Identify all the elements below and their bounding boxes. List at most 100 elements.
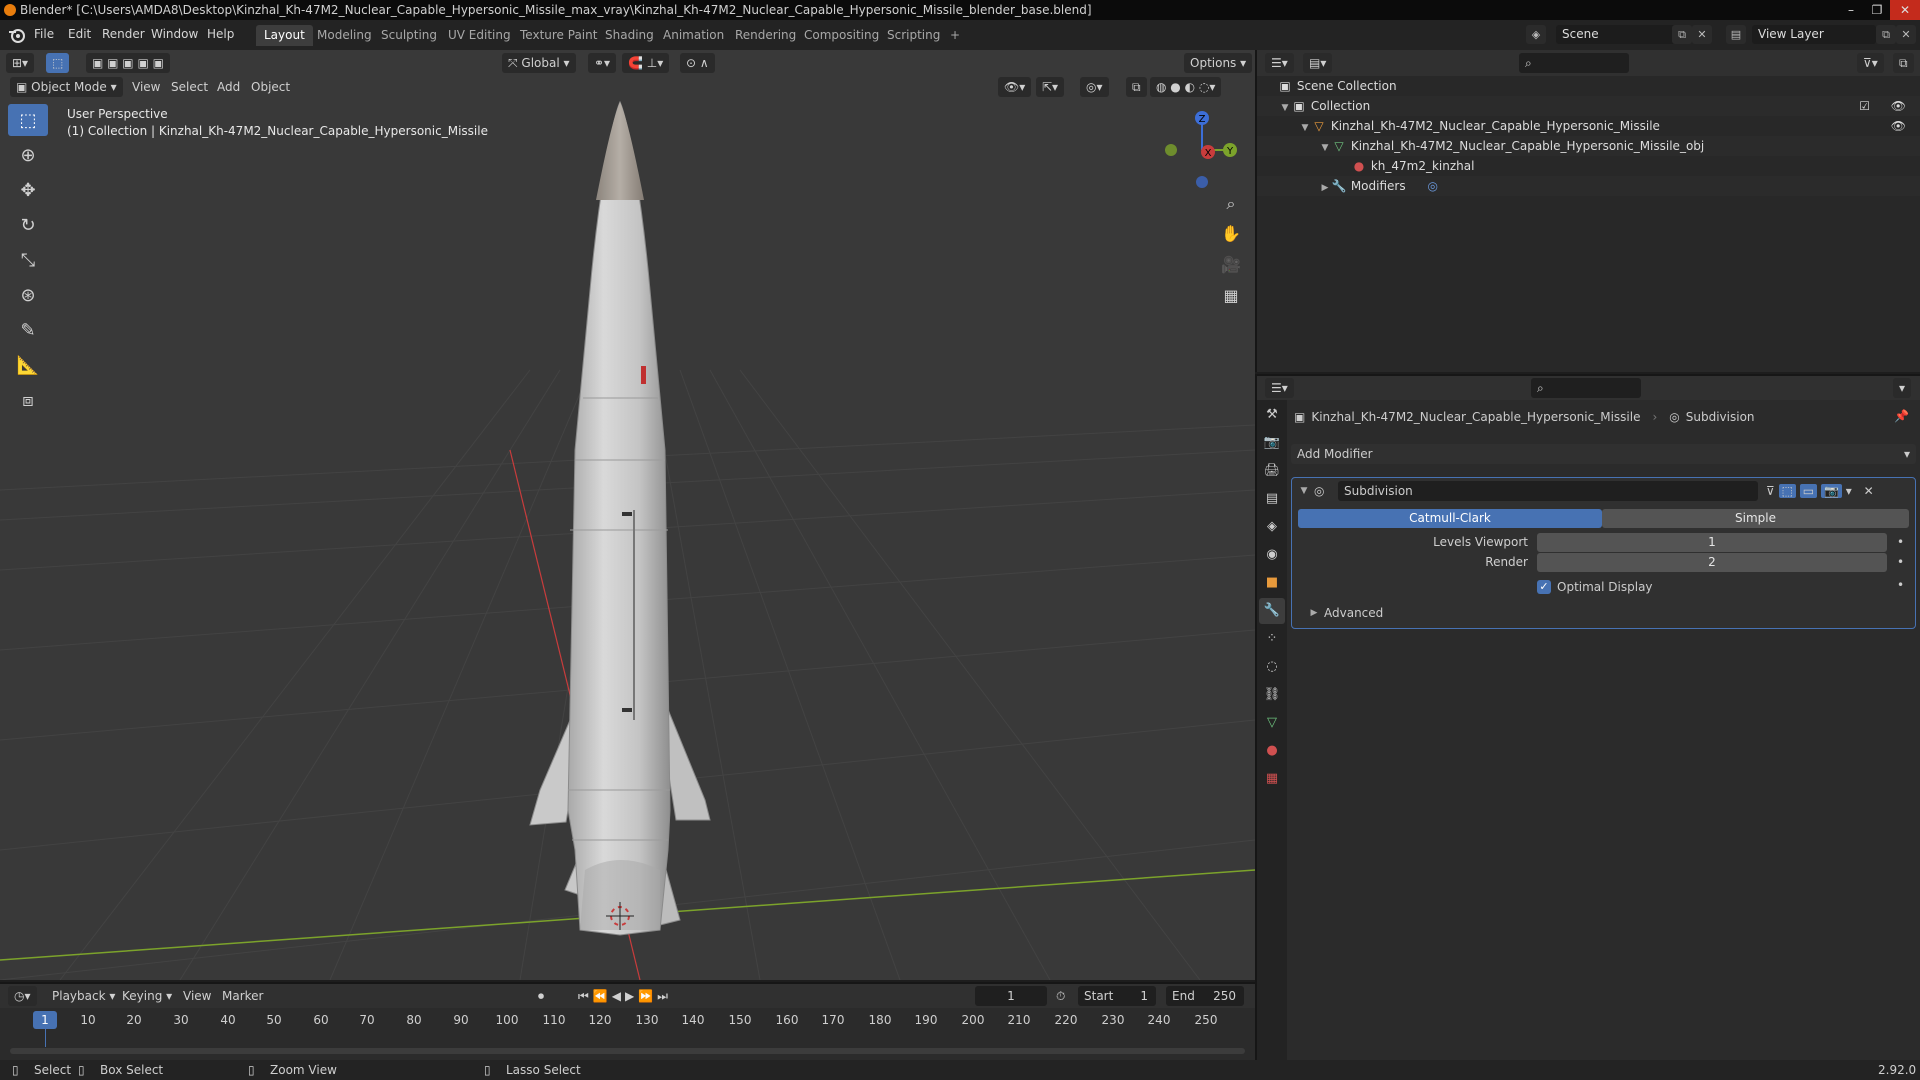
minimize-button[interactable]: – xyxy=(1838,0,1864,20)
advanced-subpanel-header[interactable]: ▶ Advanced xyxy=(1308,604,1384,622)
tab-compositing[interactable]: Compositing xyxy=(796,25,887,46)
tab-rendering[interactable]: Rendering xyxy=(727,25,804,46)
scene-tab-icon[interactable]: ◈ xyxy=(1259,514,1285,540)
outliner-row-scene-collection[interactable]: ▣ Scene Collection xyxy=(1257,76,1920,96)
view-layer-field[interactable]: View Layer xyxy=(1752,25,1876,44)
select-mode-icons[interactable]: ▣ ▣ ▣ ▣ ▣ xyxy=(86,53,170,73)
viewport-display-icon[interactable]: ▭ xyxy=(1799,484,1818,498)
new-view-layer-icon[interactable]: ⧉ xyxy=(1876,25,1896,44)
blender-menu-icon[interactable] xyxy=(8,27,26,43)
ortho-toggle-icon[interactable]: ▦ xyxy=(1217,282,1245,310)
tab-texture-paint[interactable]: Texture Paint xyxy=(512,25,605,46)
rotate-icon[interactable]: ↻ xyxy=(8,209,48,241)
gizmo-toggle-icon[interactable]: ⇱▾ xyxy=(1036,77,1065,97)
options-dropdown[interactable]: Options ▾ xyxy=(1184,53,1253,73)
tab-shading[interactable]: Shading xyxy=(597,25,662,46)
scene-browse-icon[interactable]: ◈ xyxy=(1526,25,1546,44)
subdivision-modifier-icon[interactable]: ◎ xyxy=(1427,179,1437,193)
modifier-name-field[interactable]: Subdivision xyxy=(1338,481,1758,501)
scene-name-field[interactable]: Scene xyxy=(1556,25,1684,44)
outliner-row-object[interactable]: ▼ ▽ Kinzhal_Kh-47M2_Nuclear_Capable_Hyper… xyxy=(1257,116,1920,136)
chevron-down-icon[interactable]: ▾ xyxy=(1846,484,1852,498)
collapse-triangle-icon[interactable]: ▶ xyxy=(1319,178,1331,198)
render-levels-field[interactable]: 2 xyxy=(1537,553,1887,572)
viewport-menu-select[interactable]: Select xyxy=(171,77,208,97)
simple-button[interactable]: Simple xyxy=(1602,509,1909,528)
new-scene-icon[interactable]: ⧉ xyxy=(1672,25,1692,44)
snap-dropdown[interactable]: 🧲 ⊥▾ xyxy=(622,53,670,73)
timeline-menu-playback[interactable]: Playback ▾ xyxy=(52,986,115,1006)
orientation-dropdown[interactable]: ⤧ Global ▾ xyxy=(502,53,576,73)
tab-layout[interactable]: Layout xyxy=(256,25,313,46)
outliner-row-mesh[interactable]: ▼ ▽ Kinzhal_Kh-47M2_Nuclear_Capable_Hyper… xyxy=(1257,136,1920,156)
measure-icon[interactable]: 📐 xyxy=(8,349,48,381)
current-frame-field[interactable]: 1 xyxy=(975,986,1047,1006)
proportional-edit-icon[interactable]: ⊙ ∧ xyxy=(680,53,715,73)
timeline-editor-type-icon[interactable]: ◷▾ xyxy=(8,986,37,1006)
material-tab-icon[interactable]: ● xyxy=(1259,738,1285,764)
remove-view-layer-icon[interactable]: ✕ xyxy=(1896,25,1916,44)
properties-options-icon[interactable]: ▾ xyxy=(1893,378,1912,398)
menu-help[interactable]: Help xyxy=(207,27,234,41)
timeline-menu-marker[interactable]: Marker xyxy=(222,986,263,1006)
pan-hand-icon[interactable]: ✋ xyxy=(1217,220,1245,248)
mode-dropdown[interactable]: ▣ Object Mode ▾ xyxy=(10,77,123,97)
keyframe-dot-icon[interactable]: • xyxy=(1897,578,1904,592)
scale-icon[interactable]: ⤡ xyxy=(8,244,48,276)
move-icon[interactable]: ✥ xyxy=(8,174,48,206)
physics-tab-icon[interactable]: ◌ xyxy=(1259,654,1285,680)
select-box-icon[interactable]: ⬚ xyxy=(8,104,48,136)
display-mode-icon[interactable]: ▤▾ xyxy=(1303,53,1333,73)
start-frame-field[interactable]: Start 1 xyxy=(1078,986,1156,1006)
visibility-eye-icon[interactable]: 👁 xyxy=(1891,116,1906,136)
output-tab-icon[interactable]: 🖨 xyxy=(1259,458,1285,484)
tab-uv-editing[interactable]: UV Editing xyxy=(440,25,519,46)
catmull-clark-button[interactable]: Catmull-Clark xyxy=(1298,509,1602,528)
filter-icon[interactable]: ⊽▾ xyxy=(1857,53,1884,73)
editor-type-icon[interactable]: ⊞▾ xyxy=(6,53,35,73)
outliner-row-modifiers[interactable]: ▶ 🔧 Modifiers ◎ xyxy=(1257,176,1920,196)
expand-triangle-icon[interactable]: ▼ xyxy=(1299,118,1311,138)
constraints-tab-icon[interactable]: ⛓ xyxy=(1259,682,1285,708)
playback-controls[interactable]: ⏮⏪◀▶⏩⏭ xyxy=(578,986,672,1006)
visibility-eye-icon[interactable]: 👁 xyxy=(1891,96,1906,116)
world-tab-icon[interactable]: ◉ xyxy=(1259,542,1285,568)
outliner-editor-type-icon[interactable]: ☰▾ xyxy=(1265,53,1294,73)
stopwatch-icon[interactable]: ⏱ xyxy=(1056,986,1065,1006)
texture-tab-icon[interactable]: ▦ xyxy=(1259,766,1285,792)
pin-icon[interactable]: 📌 xyxy=(1894,409,1909,423)
collapse-triangle-icon[interactable]: ▼ xyxy=(1298,486,1310,496)
menu-file[interactable]: File xyxy=(34,27,54,41)
autokey-record-icon[interactable]: ⏺ xyxy=(538,986,544,1006)
annotate-icon[interactable]: ✎ xyxy=(8,314,48,346)
end-frame-field[interactable]: End 250 xyxy=(1166,986,1244,1006)
properties-editor-type-icon[interactable]: ☰▾ xyxy=(1265,378,1294,398)
levels-viewport-field[interactable]: 1 xyxy=(1537,533,1887,552)
navigation-gizmo[interactable]: Z Y X xyxy=(1158,106,1240,194)
tab-modeling[interactable]: Modeling xyxy=(309,25,380,46)
particles-tab-icon[interactable]: ⁘ xyxy=(1259,626,1285,652)
keyframe-dot-icon[interactable]: • xyxy=(1897,555,1904,569)
exclude-checkbox[interactable]: ☑ xyxy=(1859,96,1870,116)
overlay-toggle-icon[interactable]: ◎▾ xyxy=(1080,77,1109,97)
outliner-row-collection[interactable]: ▼ ▣ Collection ☑ 👁 xyxy=(1257,96,1920,116)
edit-mode-icon[interactable]: ⬚ xyxy=(1778,484,1796,498)
playhead[interactable]: 1 xyxy=(33,1011,57,1029)
tab-scripting[interactable]: Scripting xyxy=(879,25,948,46)
camera-view-icon[interactable]: 🎥 xyxy=(1217,251,1245,279)
expand-triangle-icon[interactable]: ▼ xyxy=(1319,138,1331,158)
pivot-dropdown[interactable]: ⚭▾ xyxy=(588,53,617,73)
missile-model[interactable] xyxy=(529,100,711,936)
add-workspace-button[interactable]: + xyxy=(942,25,968,46)
render-camera-icon[interactable]: 📷 xyxy=(1820,484,1842,498)
optimal-display-checkbox[interactable]: ✓ xyxy=(1537,580,1551,594)
maximize-button[interactable]: ❐ xyxy=(1864,0,1890,20)
visibility-dropdown-icon[interactable]: 👁▾ xyxy=(998,77,1032,97)
tool-tab-icon[interactable]: ⚒ xyxy=(1259,402,1285,428)
view-layer-browse-icon[interactable]: ▤ xyxy=(1726,25,1746,44)
modifier-tab-icon[interactable]: 🔧 xyxy=(1259,598,1285,624)
new-collection-icon[interactable]: ⧉ xyxy=(1893,53,1914,73)
menu-window[interactable]: Window xyxy=(151,27,198,41)
viewport-menu-add[interactable]: Add xyxy=(217,77,240,97)
keyframe-dot-icon[interactable]: • xyxy=(1897,535,1904,549)
